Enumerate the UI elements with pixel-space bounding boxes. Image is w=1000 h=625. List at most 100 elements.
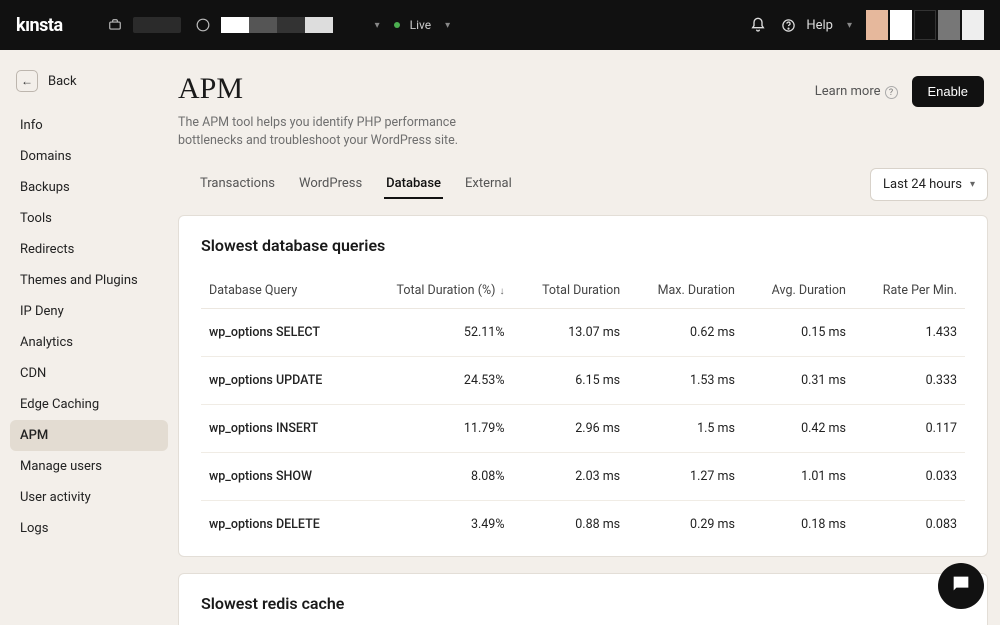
cell-max: 0.62 ms: [628, 309, 743, 357]
tab-external[interactable]: External: [463, 170, 514, 199]
help-label: Help: [806, 18, 833, 33]
cell-query: wp_options SELECT: [201, 309, 360, 357]
table-row[interactable]: wp_options UPDATE24.53%6.15 ms1.53 ms0.3…: [201, 357, 965, 405]
main-content: APM The APM tool helps you identify PHP …: [178, 50, 1000, 625]
tab-database[interactable]: Database: [384, 170, 443, 199]
environment-label: Live: [410, 18, 431, 32]
cell-query: wp_options DELETE: [201, 501, 360, 549]
sidebar-item-user-activity[interactable]: User activity: [10, 482, 168, 513]
account-avatar[interactable]: [866, 10, 984, 40]
cell-max: 0.29 ms: [628, 501, 743, 549]
arrow-left-icon: ←: [16, 70, 38, 92]
table-row[interactable]: wp_options DELETE3.49%0.88 ms0.29 ms0.18…: [201, 501, 965, 549]
sidebar-item-cdn[interactable]: CDN: [10, 358, 168, 389]
cell-query: wp_options SHOW: [201, 453, 360, 501]
tab-wordpress[interactable]: WordPress: [297, 170, 364, 199]
sidebar: ← Back InfoDomainsBackupsToolsRedirectsT…: [0, 50, 178, 625]
cell-pct: 52.11%: [360, 309, 512, 357]
status-dot-icon: [394, 22, 400, 28]
learn-more-link[interactable]: Learn more?: [815, 84, 898, 99]
site-switcher[interactable]: ▾: [195, 17, 380, 33]
sidebar-item-redirects[interactable]: Redirects: [10, 234, 168, 265]
cell-avg: 0.18 ms: [743, 501, 854, 549]
cell-rate: 1.433: [854, 309, 965, 357]
card-title: Slowest database queries: [201, 236, 965, 255]
sidebar-item-apm[interactable]: APM: [10, 420, 168, 451]
chevron-down-icon: ▾: [970, 179, 975, 190]
cell-total: 0.88 ms: [512, 501, 628, 549]
workspace-name-redacted: [133, 17, 181, 33]
help-circle-icon: ?: [885, 86, 898, 99]
card-title: Slowest redis cache: [201, 594, 965, 613]
chevron-down-icon: ▾: [445, 20, 450, 31]
sort-desc-icon: ↓: [499, 286, 504, 297]
page-title: APM: [178, 72, 478, 106]
cell-query: wp_options INSERT: [201, 405, 360, 453]
cell-rate: 0.333: [854, 357, 965, 405]
table-row[interactable]: wp_options SHOW8.08%2.03 ms1.27 ms1.01 m…: [201, 453, 965, 501]
sidebar-item-domains[interactable]: Domains: [10, 141, 168, 172]
chevron-down-icon: ▾: [847, 20, 852, 31]
cell-avg: 1.01 ms: [743, 453, 854, 501]
column-header[interactable]: Rate Per Min.: [854, 273, 965, 309]
sidebar-item-edge-caching[interactable]: Edge Caching: [10, 389, 168, 420]
tab-list: Transactions WordPress Database External: [178, 170, 514, 199]
cell-pct: 11.79%: [360, 405, 512, 453]
cell-max: 1.53 ms: [628, 357, 743, 405]
column-header[interactable]: Avg. Duration: [743, 273, 854, 309]
column-header[interactable]: Database Query: [201, 273, 360, 309]
cell-avg: 0.15 ms: [743, 309, 854, 357]
cell-total: 2.03 ms: [512, 453, 628, 501]
sidebar-item-analytics[interactable]: Analytics: [10, 327, 168, 358]
cell-total: 6.15 ms: [512, 357, 628, 405]
sidebar-item-info[interactable]: Info: [10, 110, 168, 141]
cell-max: 1.5 ms: [628, 405, 743, 453]
cell-rate: 0.083: [854, 501, 965, 549]
queries-table: Database QueryTotal Duration (%)↓Total D…: [201, 273, 965, 548]
workspace-switcher[interactable]: [107, 17, 181, 33]
site-name-redacted: [221, 17, 361, 33]
sidebar-item-manage-users[interactable]: Manage users: [10, 451, 168, 482]
sidebar-item-logs[interactable]: Logs: [10, 513, 168, 544]
time-range-select[interactable]: Last 24 hours ▾: [870, 168, 988, 201]
cell-pct: 3.49%: [360, 501, 512, 549]
cell-query: wp_options UPDATE: [201, 357, 360, 405]
cell-total: 13.07 ms: [512, 309, 628, 357]
briefcase-icon: [107, 17, 123, 33]
cell-rate: 0.117: [854, 405, 965, 453]
sidebar-item-themes-and-plugins[interactable]: Themes and Plugins: [10, 265, 168, 296]
slowest-queries-card: Slowest database queries Database QueryT…: [178, 215, 988, 557]
page-subtitle: The APM tool helps you identify PHP perf…: [178, 114, 478, 150]
table-row[interactable]: wp_options INSERT11.79%2.96 ms1.5 ms0.42…: [201, 405, 965, 453]
help-circle-icon: [780, 17, 796, 33]
table-row[interactable]: wp_options SELECT52.11%13.07 ms0.62 ms0.…: [201, 309, 965, 357]
time-range-label: Last 24 hours: [883, 177, 962, 192]
cell-max: 1.27 ms: [628, 453, 743, 501]
slowest-redis-card: Slowest redis cache: [178, 573, 988, 625]
wordpress-icon: [195, 17, 211, 33]
back-label: Back: [48, 74, 77, 89]
topbar: kınsta ▾ Live ▾ Help ▾: [0, 0, 1000, 50]
enable-button[interactable]: Enable: [912, 76, 984, 107]
column-header[interactable]: Total Duration (%)↓: [360, 273, 512, 309]
help-menu[interactable]: Help ▾: [780, 17, 852, 33]
chat-icon: [950, 573, 972, 599]
chevron-down-icon: ▾: [375, 20, 380, 31]
bell-icon[interactable]: [750, 17, 766, 33]
tab-transactions[interactable]: Transactions: [198, 170, 277, 199]
cell-pct: 8.08%: [360, 453, 512, 501]
cell-rate: 0.033: [854, 453, 965, 501]
cell-avg: 0.31 ms: [743, 357, 854, 405]
sidebar-item-backups[interactable]: Backups: [10, 172, 168, 203]
column-header[interactable]: Total Duration: [512, 273, 628, 309]
cell-total: 2.96 ms: [512, 405, 628, 453]
environment-switcher[interactable]: Live ▾: [394, 18, 451, 32]
chat-button[interactable]: [938, 563, 984, 609]
sidebar-item-tools[interactable]: Tools: [10, 203, 168, 234]
column-header[interactable]: Max. Duration: [628, 273, 743, 309]
back-button[interactable]: ← Back: [10, 64, 168, 110]
brand-logo[interactable]: kınsta: [16, 15, 63, 36]
cell-pct: 24.53%: [360, 357, 512, 405]
cell-avg: 0.42 ms: [743, 405, 854, 453]
sidebar-item-ip-deny[interactable]: IP Deny: [10, 296, 168, 327]
